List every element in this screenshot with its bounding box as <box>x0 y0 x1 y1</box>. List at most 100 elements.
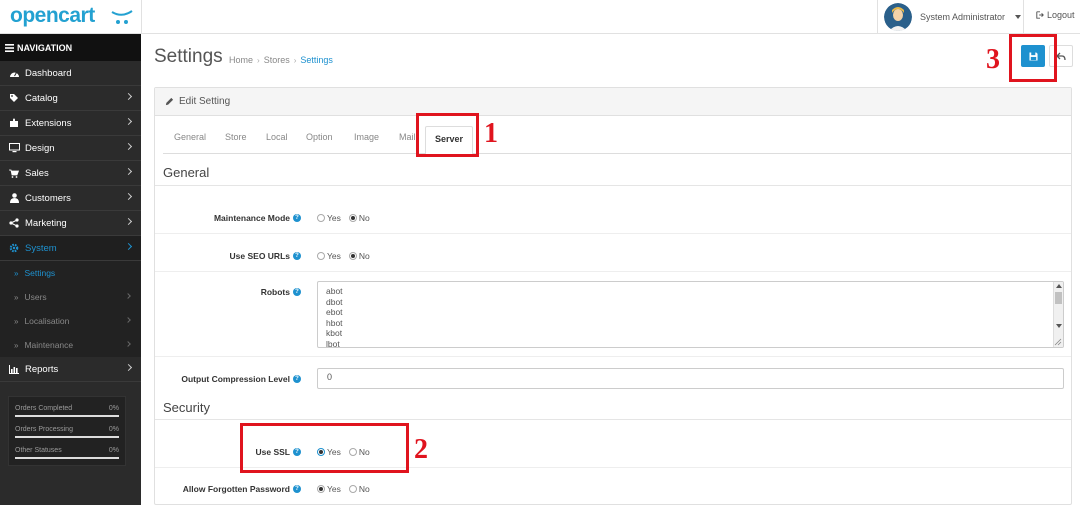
breadcrumb-home[interactable]: Home <box>229 55 253 65</box>
annotation-box-2 <box>240 423 409 473</box>
robots-label: Robots ? <box>261 287 301 297</box>
logout-link[interactable]: Logout <box>1036 10 1075 20</box>
submenu-item-label: Localisation <box>24 316 70 326</box>
help-icon[interactable]: ? <box>293 252 301 260</box>
forgotten-no-radio[interactable]: No <box>348 484 370 494</box>
sign-out-icon <box>1036 11 1044 19</box>
tab-local[interactable]: Local <box>266 132 288 142</box>
avatar-image <box>884 3 912 31</box>
pencil-icon <box>165 97 174 106</box>
compression-level-input[interactable]: 0 <box>317 368 1064 389</box>
logout-label: Logout <box>1047 10 1075 20</box>
sidebar-item-label: Dashboard <box>25 67 72 79</box>
tab-option[interactable]: Option <box>306 132 333 142</box>
maintenance-yes-radio[interactable]: Yes <box>317 213 341 223</box>
settings-tabs: General Store Local Option Image Mail Se… <box>163 124 1071 155</box>
stat-label: Orders Processing <box>15 426 73 433</box>
seo-urls-radios: Yes No <box>317 251 370 261</box>
section-divider <box>155 185 1071 186</box>
annotation-number-3: 3 <box>986 44 1000 75</box>
submenu-item-settings[interactable]: » Settings <box>0 261 141 285</box>
progress-bar <box>15 457 119 459</box>
label-text: Use SEO URLs <box>229 251 290 261</box>
nav-title-label: NAVIGATION <box>17 42 73 53</box>
radio-dot <box>317 252 325 260</box>
sidebar-item-label: Extensions <box>25 117 72 129</box>
seo-yes-radio[interactable]: Yes <box>317 251 341 261</box>
chevron-right-icon <box>124 217 133 226</box>
resize-handle-icon[interactable] <box>1054 338 1062 346</box>
robots-line: hbot <box>326 317 343 328</box>
radio-dot <box>317 214 325 222</box>
nav-title: NAVIGATION <box>0 34 141 61</box>
dashboard-icon <box>8 67 20 79</box>
radio-label: No <box>358 213 370 223</box>
sidebar-item-label: Customers <box>25 192 71 204</box>
chevron-right-icon <box>124 192 133 201</box>
help-icon[interactable]: ? <box>293 214 301 222</box>
panel-title: Edit Setting <box>179 96 231 107</box>
robots-textarea[interactable]: abot dbot ebot hbot kbot lbot <box>317 281 1064 348</box>
tag-icon <box>8 92 20 104</box>
sidebar-item-system[interactable]: System <box>0 236 141 261</box>
scroll-up-arrow-icon[interactable] <box>1056 284 1062 288</box>
reply-icon <box>1056 52 1066 60</box>
tab-general[interactable]: General <box>174 132 206 142</box>
sidebar-item-sales[interactable]: Sales <box>0 161 141 186</box>
sidebar-item-label: Reports <box>25 363 59 375</box>
label-text: Allow Forgotten Password <box>182 484 290 494</box>
help-icon[interactable]: ? <box>293 485 301 493</box>
submenu-item-maintenance[interactable]: » Maintenance <box>0 333 141 357</box>
forgotten-password-radios: Yes No <box>317 484 370 494</box>
sidebar-item-marketing[interactable]: Marketing <box>0 211 141 236</box>
radio-dot <box>348 485 357 493</box>
seo-no-radio[interactable]: No <box>348 251 370 261</box>
opencart-logo[interactable]: opencart <box>10 4 140 30</box>
chevron-right-icon <box>125 341 131 347</box>
desktop-icon <box>8 142 20 154</box>
chevron-right-icon <box>124 117 133 126</box>
chevron-right-icon <box>125 293 131 299</box>
stat-label: Orders Completed <box>15 405 73 412</box>
section-title-security: Security <box>163 400 210 415</box>
sidebar-item-customers[interactable]: Customers <box>0 186 141 211</box>
help-icon[interactable]: ? <box>293 288 301 296</box>
logo-cart-icon <box>111 10 133 24</box>
robots-line: dbot <box>326 296 343 307</box>
header-divider <box>877 0 878 34</box>
user-name: System Administrator <box>920 12 1006 22</box>
section-title-general: General <box>163 165 210 180</box>
sidebar-item-dashboard[interactable]: Dashboard <box>0 61 141 86</box>
robots-line: kbot <box>326 328 343 338</box>
scroll-down-arrow-icon[interactable] <box>1056 324 1062 328</box>
breadcrumb-stores[interactable]: Stores <box>264 55 290 65</box>
sidebar: NAVIGATION Dashboard Catalog Extensions … <box>0 34 141 505</box>
breadcrumb-settings[interactable]: Settings <box>300 55 333 65</box>
help-icon[interactable]: ? <box>293 375 301 383</box>
avatar <box>884 3 912 31</box>
forgotten-yes-radio[interactable]: Yes <box>317 484 341 494</box>
submenu-item-users[interactable]: » Users <box>0 285 141 309</box>
stat-percent: 0% <box>108 447 119 454</box>
chevron-right-icon <box>124 363 133 372</box>
robots-line: ebot <box>326 307 343 317</box>
sidebar-item-reports[interactable]: Reports <box>0 357 141 382</box>
tab-image[interactable]: Image <box>354 132 379 142</box>
sidebar-item-catalog[interactable]: Catalog <box>0 86 141 111</box>
stat-label: Other Statuses <box>15 447 62 454</box>
sidebar-item-label: Marketing <box>25 217 67 229</box>
order-stats: Orders Completed 0% Orders Processing 0%… <box>8 396 126 466</box>
stat-percent: 0% <box>108 426 119 433</box>
maintenance-no-radio[interactable]: No <box>348 213 370 223</box>
stat-row: Other Statuses 0% <box>15 443 119 464</box>
tab-store[interactable]: Store <box>225 132 247 142</box>
submenu-item-localisation[interactable]: » Localisation <box>0 309 141 333</box>
user-dropdown[interactable]: System Administrator <box>884 2 1022 32</box>
row-divider <box>155 356 1071 357</box>
scroll-thumb[interactable] <box>1055 292 1062 304</box>
sidebar-item-extensions[interactable]: Extensions <box>0 111 141 136</box>
tab-mail[interactable]: Mail <box>399 132 416 142</box>
cart-icon <box>8 167 20 179</box>
sidebar-item-label: Design <box>25 142 55 154</box>
sidebar-item-design[interactable]: Design <box>0 136 141 161</box>
